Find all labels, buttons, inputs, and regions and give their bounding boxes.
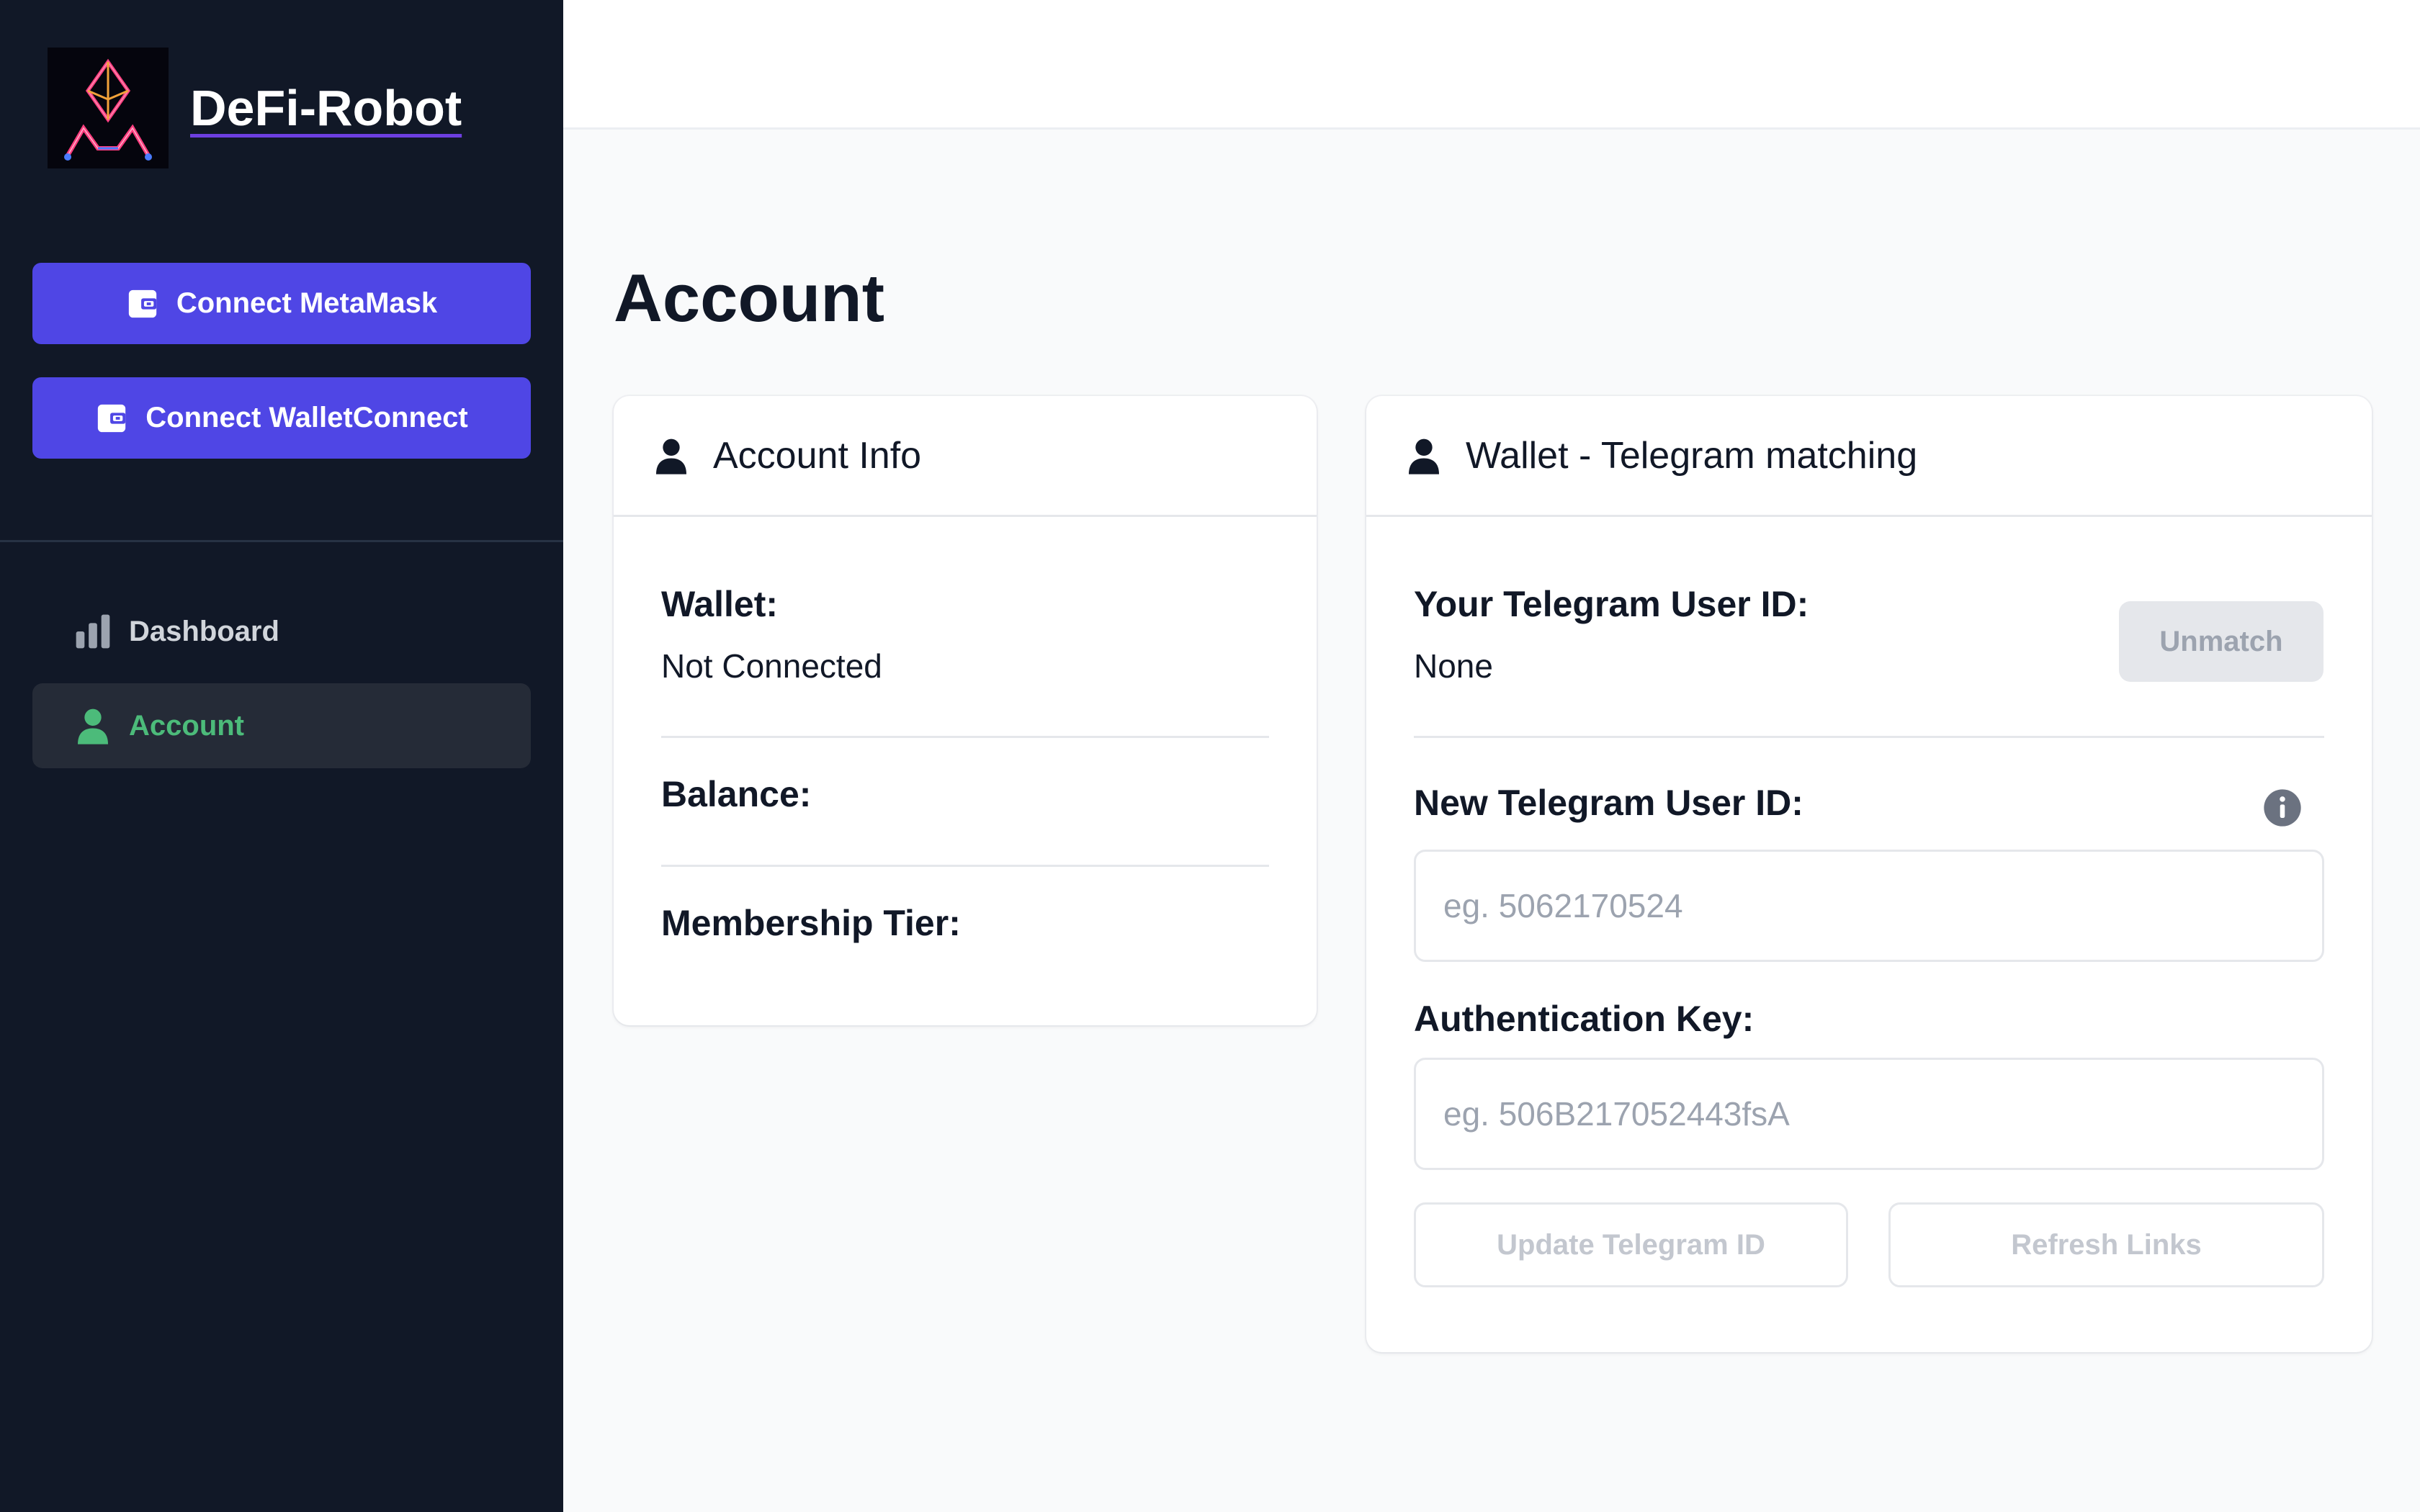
- new-telegram-id-label: New Telegram User ID:: [1414, 783, 1803, 823]
- connect-metamask-button[interactable]: Connect MetaMask: [32, 263, 531, 344]
- defi-robot-logo: [48, 48, 169, 168]
- account-info-card: Account Info Wallet: Not Connected Balan…: [614, 396, 1317, 1025]
- membership-tier-label: Membership Tier:: [661, 903, 961, 943]
- brand-name[interactable]: DeFi-Robot: [190, 79, 462, 137]
- user-icon: [1409, 438, 1439, 474]
- page-title: Account: [614, 260, 884, 336]
- wallet-value: Not Connected: [661, 647, 882, 685]
- sidebar-item-dashboard[interactable]: Dashboard: [32, 589, 531, 674]
- connect-walletconnect-label: Connect WalletConnect: [145, 402, 468, 433]
- info-icon[interactable]: [2262, 788, 2303, 828]
- user-icon: [656, 438, 686, 474]
- unmatch-button[interactable]: Unmatch: [2119, 601, 2323, 682]
- user-icon: [78, 708, 108, 744]
- sidebar-item-label: Dashboard: [129, 615, 279, 647]
- connect-walletconnect-button[interactable]: Connect WalletConnect: [32, 377, 531, 459]
- authentication-key-label: Authentication Key:: [1414, 999, 1754, 1039]
- telegram-matching-card: Wallet - Telegram matching Your Telegram…: [1366, 396, 2372, 1352]
- sidebar-item-account[interactable]: Account: [32, 683, 531, 768]
- wallet-label: Wallet:: [661, 584, 779, 624]
- brand[interactable]: DeFi-Robot: [48, 48, 462, 168]
- account-info-header: Account Info: [614, 396, 1317, 517]
- balance-label: Balance:: [661, 774, 812, 814]
- sidebar: DeFi-Robot Connect MetaMask Connect Wall…: [0, 0, 563, 1512]
- wallet-icon: [128, 289, 157, 318]
- divider: [661, 865, 1269, 867]
- bar-chart-icon: [76, 614, 110, 649]
- authentication-key-input[interactable]: [1414, 1058, 2324, 1170]
- telegram-matching-header: Wallet - Telegram matching: [1366, 396, 2372, 517]
- refresh-links-button[interactable]: Refresh Links: [1888, 1202, 2324, 1287]
- divider: [1414, 736, 2324, 738]
- telegram-user-id-label: Your Telegram User ID:: [1414, 584, 1809, 624]
- telegram-matching-title: Wallet - Telegram matching: [1466, 434, 1918, 477]
- top-bar: [563, 0, 2420, 130]
- divider: [661, 736, 1269, 738]
- telegram-user-id-value: None: [1414, 647, 1493, 685]
- sidebar-item-label: Account: [129, 709, 244, 742]
- update-telegram-id-button[interactable]: Update Telegram ID: [1414, 1202, 1848, 1287]
- sidebar-divider: [0, 540, 563, 542]
- wallet-icon: [98, 404, 126, 432]
- new-telegram-id-input[interactable]: [1414, 850, 2324, 962]
- connect-metamask-label: Connect MetaMask: [176, 287, 438, 319]
- account-info-title: Account Info: [713, 434, 922, 477]
